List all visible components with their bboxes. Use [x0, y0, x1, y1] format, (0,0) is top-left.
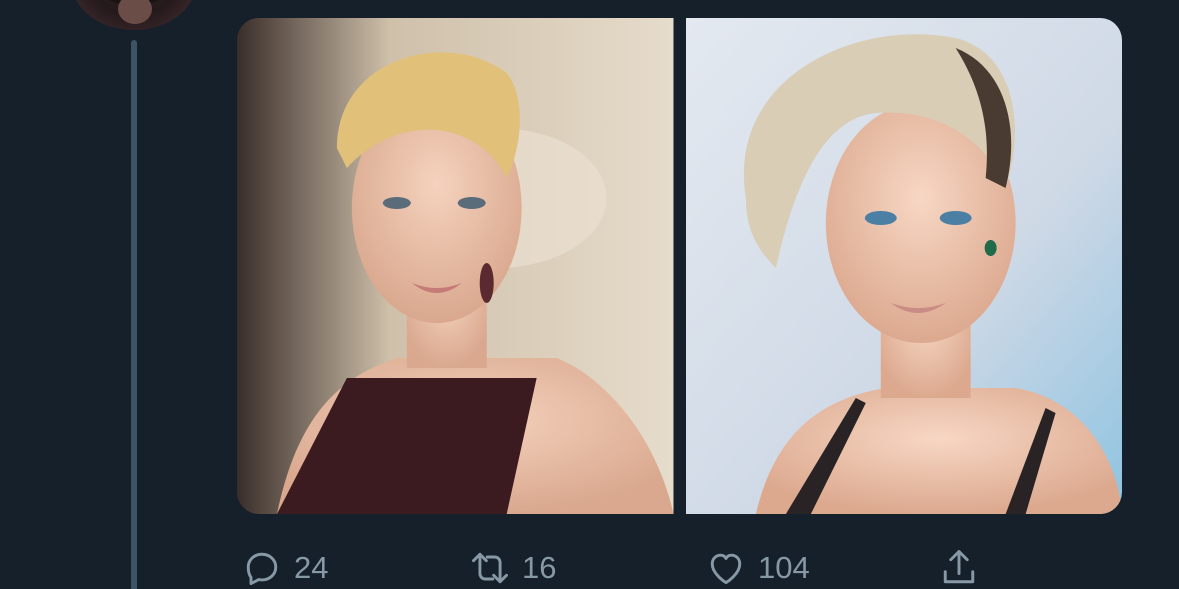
share-button[interactable]	[937, 546, 981, 589]
thread-line	[131, 40, 137, 589]
retweet-count: 16	[522, 550, 557, 585]
tweet-photo-2[interactable]	[685, 18, 1122, 514]
like-count: 104	[758, 550, 810, 585]
tweet-page: 24 16 104	[0, 0, 1179, 589]
reply-count: 24	[294, 550, 329, 585]
retweet-icon	[472, 552, 508, 584]
retweet-button[interactable]: 16	[468, 546, 556, 589]
reply-button[interactable]: 24	[240, 546, 328, 589]
heart-icon	[710, 553, 742, 585]
like-button[interactable]: 104	[704, 546, 810, 589]
avatar-face	[118, 0, 152, 24]
photo-1-image	[237, 18, 674, 514]
avatar[interactable]	[72, 0, 196, 30]
tweet-photo-1[interactable]	[237, 18, 674, 514]
photo-2-image	[685, 18, 1122, 514]
reply-icon	[246, 552, 278, 586]
tweet-actions: 24 16 104	[0, 546, 1179, 589]
tweet-media-grid	[237, 18, 1122, 514]
share-icon	[943, 550, 975, 584]
